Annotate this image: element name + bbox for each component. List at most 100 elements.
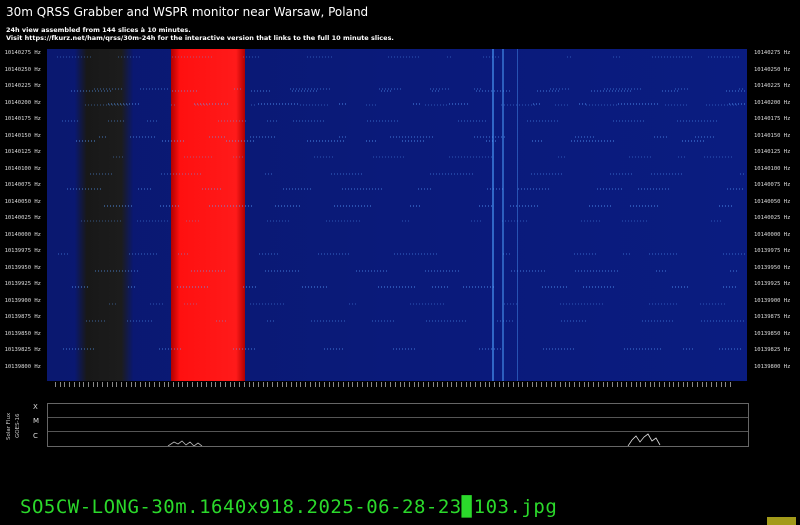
time-tick [437,382,439,387]
time-tick [121,382,123,387]
time-tick [607,382,609,387]
time-tick [59,382,61,387]
time-tick [300,382,302,387]
time-tick [385,382,387,387]
time-tick [291,382,292,387]
time-tick [97,382,99,387]
time-tick [276,382,278,387]
time-tick [456,382,458,387]
time-tick [635,382,637,387]
time-tick [201,382,203,387]
time-tick [423,382,425,387]
frequency-tick-label: 10140075 Hz [4,182,41,188]
time-tick [191,382,193,387]
subtitle-link[interactable]: Visit https://fkurz.net/ham/qrss/30m-24h… [6,34,394,42]
time-tick [371,382,373,387]
frequency-tick-label: 10139900 Hz [4,297,41,304]
frequency-tick-label: 10140175 Hz [4,116,41,122]
time-tick [517,382,519,387]
frequency-tick-label: 10139950 Hz [754,264,791,271]
frequency-tick-label: 10140100 Hz [4,165,41,172]
time-tick [125,382,127,387]
time-tick [564,382,566,387]
time-tick [106,382,108,387]
time-tick [281,382,283,387]
frequency-tick-label: 10140200 Hz [4,99,41,106]
time-tick [83,382,85,387]
time-tick [701,382,703,387]
time-tick [696,382,698,387]
time-tick [328,382,330,387]
frequency-tick-label: 10140225 Hz [754,83,791,89]
time-tick [144,382,146,387]
time-tick [508,382,510,387]
frequency-tick-label: 10140025 Hz [754,215,791,221]
time-tick [182,382,184,387]
page-title: 30m QRSS Grabber and WSPR monitor near W… [6,5,369,19]
solar-flux-label: Solar Flux [6,412,12,440]
spectrogram[interactable] [47,49,747,381]
flux-side-label: Solar Flux GOES-16 [4,400,24,448]
frequency-tick-label: 10139800 Hz [754,363,791,370]
time-tick [409,382,410,387]
time-tick [588,382,590,387]
time-tick [442,382,444,387]
time-tick [418,382,420,387]
time-tick [243,382,245,387]
time-tick [295,382,297,387]
time-tick [550,382,552,387]
time-tick [220,382,222,387]
time-tick [545,382,547,387]
time-tick [602,382,604,387]
time-tick [309,382,311,387]
time-tick [224,382,226,387]
frequency-tick-label: 10140100 Hz [754,165,791,172]
time-tick [493,382,495,387]
frequency-tick-label: 10140275 Hz [754,50,791,56]
time-tick [522,382,524,387]
flux-label-x: X [33,403,38,411]
time-tick [626,382,628,387]
frequency-tick-label: 10139875 Hz [4,314,41,320]
time-tick [163,382,165,387]
time-tick [342,382,344,387]
time-tick [210,382,212,387]
time-tick [645,382,646,387]
time-tick [536,382,538,387]
time-tick [560,382,562,387]
dark-band [75,49,133,381]
time-tick [324,382,326,387]
time-tick [503,382,505,387]
time-tick [234,382,236,387]
time-tick [663,382,665,387]
time-tick [333,382,335,387]
time-tick [366,382,368,387]
frequency-tick-label: 10140175 Hz [754,116,791,122]
time-tick [640,382,642,387]
frequency-tick-label: 10139925 Hz [754,281,791,287]
time-tick [583,382,585,387]
time-tick [248,382,250,387]
frequency-tick-label: 10139850 Hz [754,330,791,337]
time-tick [569,382,571,387]
vertical-line [502,49,504,381]
time-tick [687,382,689,387]
time-tick [173,382,174,387]
time-tick [668,382,670,387]
solar-flux-panel [47,403,749,447]
time-axis [55,382,735,388]
frequency-tick-label: 10140050 Hz [754,198,791,205]
time-tick [649,382,651,387]
frequency-tick-label: 10139850 Hz [4,330,41,337]
corner-badge [767,517,796,525]
time-tick [380,382,382,387]
time-tick [64,382,66,387]
time-tick [654,382,656,387]
time-tick [69,382,71,387]
frequency-tick-label: 10140200 Hz [754,99,791,106]
time-tick [314,382,316,387]
frequency-tick-label: 10140050 Hz [4,198,41,205]
time-tick [630,382,632,387]
time-tick [484,382,486,387]
time-tick [715,382,717,387]
